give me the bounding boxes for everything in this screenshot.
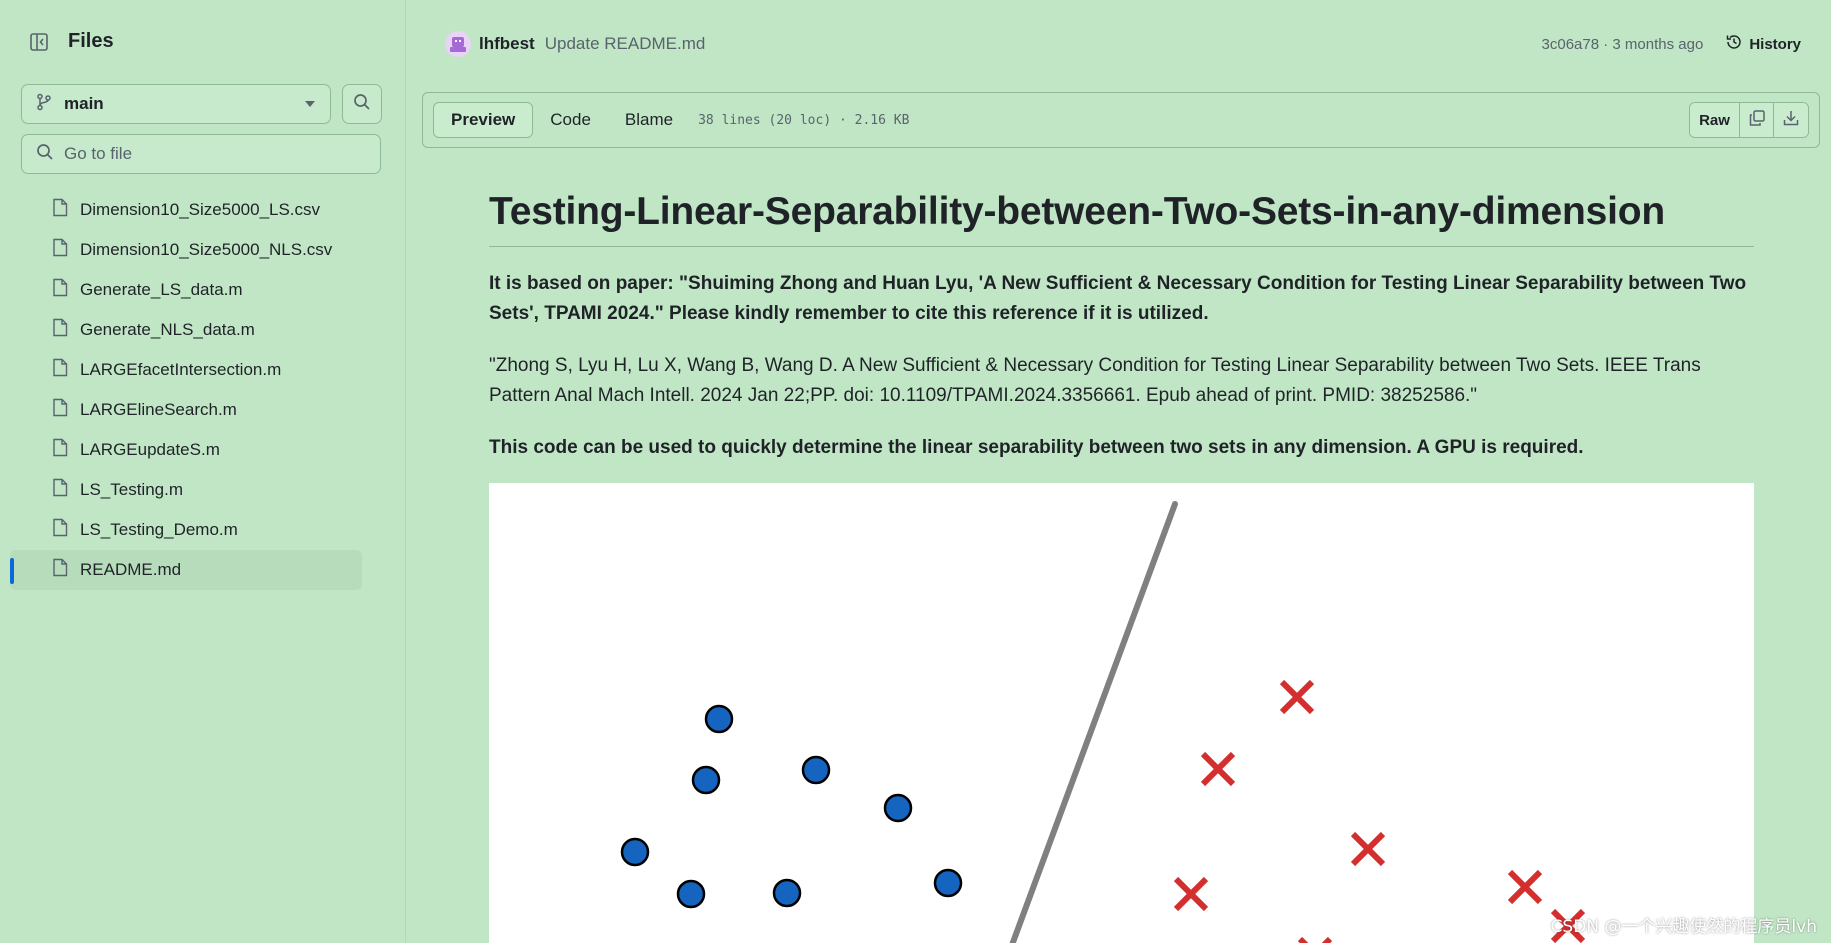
tab-preview[interactable]: Preview <box>433 102 534 138</box>
file-name: LS_Testing.m <box>80 480 183 499</box>
file-icon <box>52 478 68 502</box>
class-a-point <box>676 879 706 909</box>
file-item-dimension10-size5000-nls-csv[interactable]: Dimension10_Size5000_NLS.csv <box>0 230 370 270</box>
file-icon <box>52 198 68 222</box>
git-branch-icon <box>36 93 52 116</box>
file-item-dimension10-size5000-ls-csv[interactable]: Dimension10_Size5000_LS.csv <box>0 190 370 230</box>
file-list: Dimension10_Size5000_LS.csv Dimension10_… <box>0 190 370 590</box>
branch-name: main <box>64 94 104 113</box>
file-item-largefacetintersection[interactable]: LARGEfacetIntersection.m <box>0 350 370 390</box>
class-b-point <box>1507 869 1543 905</box>
branch-selector-button[interactable]: main <box>21 84 331 124</box>
file-item-largeupdates[interactable]: LARGEupdateS.m <box>0 430 370 470</box>
file-icon <box>52 238 68 262</box>
file-item-generate-nls-data[interactable]: Generate_NLS_data.m <box>0 310 370 350</box>
search-files-button[interactable] <box>342 84 382 124</box>
class-a-point <box>704 704 734 734</box>
copy-icon <box>1748 109 1766 131</box>
download-raw-button[interactable] <box>1774 103 1808 137</box>
caret-down-icon <box>304 95 316 113</box>
file-view-toolbar: Preview Code Blame 38 lines (20 loc) · 2… <box>422 92 1820 148</box>
separability-illustration <box>489 483 1754 943</box>
class-a-point <box>883 793 913 823</box>
watermark: CSDN @一个兴趣使然的程序员lvh <box>1550 917 1817 937</box>
copy-raw-button[interactable] <box>1740 103 1774 137</box>
file-icon <box>52 398 68 422</box>
go-to-file-input[interactable] <box>64 144 364 164</box>
view-mode-tabs: Preview Code Blame <box>433 102 690 138</box>
file-item-largelinesearch[interactable]: LARGElineSearch.m <box>0 390 370 430</box>
file-name: Dimension10_Size5000_NLS.csv <box>80 240 333 259</box>
file-name: Generate_LS_data.m <box>80 280 243 299</box>
raw-button[interactable]: Raw <box>1690 103 1740 137</box>
file-actions-group: Raw <box>1689 102 1809 138</box>
file-icon <box>52 558 68 582</box>
search-icon <box>353 93 371 116</box>
readme-paragraph-reference: "Zhong S, Lyu H, Lu X, Wang B, Wang D. A… <box>489 355 1701 406</box>
file-icon <box>52 278 68 302</box>
readme-paragraph-citation-note: It is based on paper: "Shuiming Zhong an… <box>489 273 1747 324</box>
class-a-point <box>933 868 963 898</box>
tab-blame[interactable]: Blame <box>608 102 690 138</box>
readme-paragraph-description: This code can be used to quickly determi… <box>489 437 1584 458</box>
class-b-point <box>1297 936 1333 943</box>
file-name: LARGEupdateS.m <box>80 440 220 459</box>
class-a-point <box>691 765 721 795</box>
class-a-point <box>801 755 831 785</box>
class-b-point <box>1173 876 1209 912</box>
class-a-point <box>620 837 650 867</box>
history-button[interactable]: History <box>1725 33 1801 55</box>
file-item-ls-testing[interactable]: LS_Testing.m <box>0 470 370 510</box>
file-tree-sidebar: Files main Dimension10_Size5000_LS.csv D… <box>0 0 400 943</box>
download-icon <box>1782 109 1800 131</box>
file-item-generate-ls-data[interactable]: Generate_LS_data.m <box>0 270 370 310</box>
history-icon <box>1725 33 1743 55</box>
file-icon <box>52 518 68 542</box>
file-item-readme[interactable]: README.md <box>10 550 362 590</box>
file-stats: 38 lines (20 loc) · 2.16 KB <box>698 112 910 128</box>
class-b-point <box>1279 679 1315 715</box>
collapse-sidebar-icon[interactable] <box>28 31 50 53</box>
files-header: Files <box>28 30 114 53</box>
file-name: Generate_NLS_data.m <box>80 320 255 339</box>
sidebar-divider[interactable] <box>405 0 406 943</box>
file-item-ls-testing-demo[interactable]: LS_Testing_Demo.m <box>0 510 370 550</box>
class-b-point <box>1200 751 1236 787</box>
file-name: Dimension10_Size5000_LS.csv <box>80 200 321 219</box>
commit-author-link[interactable]: lhfbest <box>479 34 535 54</box>
file-icon <box>52 358 68 382</box>
class-b-point <box>1350 831 1386 867</box>
go-to-file-field[interactable] <box>21 134 381 174</box>
commit-message-link[interactable]: Update README.md <box>545 34 1542 54</box>
illustration-svg <box>620 501 1586 943</box>
file-icon <box>52 318 68 342</box>
file-name: LARGElineSearch.m <box>80 400 237 419</box>
separating-line <box>1009 501 1178 943</box>
file-name: LARGEfacetIntersection.m <box>80 360 282 379</box>
history-label: History <box>1749 35 1801 53</box>
class-a-point <box>772 878 802 908</box>
file-name: README.md <box>80 560 182 579</box>
files-title: Files <box>68 30 114 52</box>
file-name: LS_Testing_Demo.m <box>80 520 238 539</box>
readme-content: Testing-Linear-Separability-between-Two-… <box>489 190 1754 463</box>
file-icon <box>52 438 68 462</box>
tab-code[interactable]: Code <box>533 102 608 138</box>
latest-commit-bar: lhfbest Update README.md 3c06a78 · 3 mon… <box>445 28 1801 60</box>
avatar[interactable] <box>445 31 471 57</box>
commit-hash-time[interactable]: 3c06a78 · 3 months ago <box>1542 36 1704 53</box>
search-icon <box>36 143 54 166</box>
readme-title: Testing-Linear-Separability-between-Two-… <box>489 190 1754 247</box>
